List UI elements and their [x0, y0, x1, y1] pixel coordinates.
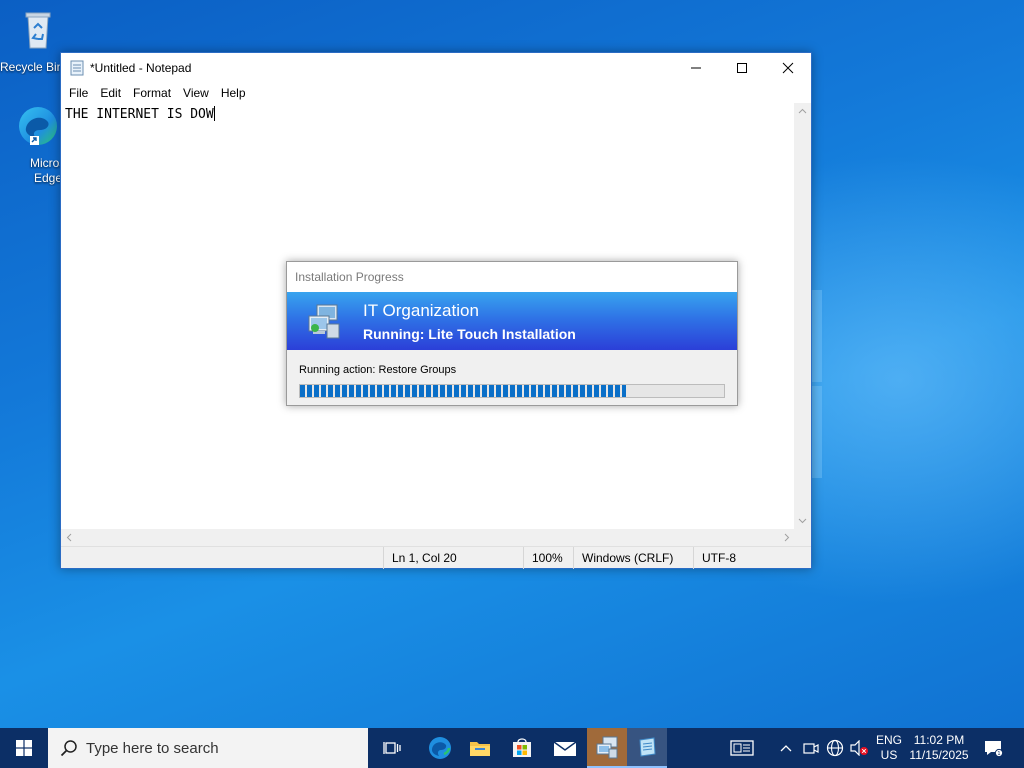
- notification-center-button[interactable]: 1: [978, 728, 1008, 768]
- task-view-button[interactable]: [372, 728, 412, 768]
- editor-content: THE INTERNET IS DOW: [65, 107, 214, 122]
- minimize-icon: [691, 67, 701, 69]
- taskbar-search[interactable]: [48, 728, 368, 768]
- menu-edit[interactable]: Edit: [94, 86, 127, 100]
- horizontal-scrollbar[interactable]: [61, 529, 795, 546]
- edge-icon: [19, 107, 57, 145]
- dialog-banner: IT Organization Running: Lite Touch Inst…: [287, 292, 737, 350]
- clock[interactable]: 11:02 PM 11/15/2025: [904, 733, 974, 763]
- maximize-icon: [737, 63, 747, 73]
- edge-icon: [429, 737, 451, 759]
- store-icon: [513, 738, 531, 757]
- scroll-left-icon: [66, 533, 72, 542]
- chevron-up-icon: [780, 745, 792, 752]
- taskbar-store[interactable]: [502, 728, 542, 768]
- clock-time: 11:02 PM: [913, 733, 965, 747]
- notepad-icon: [70, 60, 84, 76]
- taskbar-edge[interactable]: [420, 728, 460, 768]
- computer-install-icon: [596, 736, 618, 759]
- taskbar-notepad[interactable]: [627, 728, 667, 768]
- notepad-icon: [639, 737, 656, 757]
- maximize-button[interactable]: [719, 53, 765, 83]
- scroll-up-icon: [798, 108, 807, 114]
- scroll-down-icon: [798, 518, 807, 524]
- minimize-button[interactable]: [673, 53, 719, 83]
- volume-muted-icon: [850, 740, 868, 756]
- menu-file[interactable]: File: [63, 86, 94, 100]
- desktop-icon-label: Microsoft Edge: [30, 156, 66, 185]
- volume-button[interactable]: [847, 728, 871, 768]
- search-input[interactable]: [86, 739, 346, 757]
- scroll-right-icon: [784, 533, 790, 542]
- menu-format[interactable]: Format: [127, 86, 177, 100]
- folder-icon: [470, 742, 490, 756]
- close-button[interactable]: [765, 53, 811, 83]
- menu-view[interactable]: View: [177, 86, 215, 100]
- windows-logo-icon: [16, 740, 32, 756]
- show-hidden-icons-button[interactable]: [776, 728, 796, 768]
- news-widget-button[interactable]: [722, 728, 762, 768]
- language-code: ENG: [875, 733, 902, 747]
- close-icon: [782, 62, 794, 74]
- notepad-titlebar[interactable]: *Untitled - Notepad: [61, 53, 811, 83]
- status-bar: Ln 1, Col 20 100% Windows (CRLF) UTF-8: [61, 546, 811, 569]
- menu-help[interactable]: Help: [215, 86, 252, 100]
- desktop-glow-panel: [812, 386, 822, 478]
- recycle-bin-icon: [25, 12, 51, 49]
- desktop-icon-label: Recycle Bin: [0, 60, 60, 74]
- running-task: Running: Lite Touch Installation: [363, 326, 576, 342]
- news-icon: [730, 740, 754, 756]
- status-line-ending: Windows (CRLF): [573, 547, 693, 569]
- computer-install-icon: [308, 304, 340, 339]
- taskbar: ENG US 11:02 PM 11/15/2025 1: [0, 728, 1024, 768]
- text-caret: [213, 106, 215, 121]
- region-code: US: [880, 748, 898, 762]
- status-encoding: UTF-8: [693, 547, 811, 569]
- globe-icon: [826, 739, 844, 757]
- organization-name: IT Organization: [363, 301, 479, 320]
- dialog-title: Installation Progress: [287, 262, 737, 292]
- clock-date: 11/15/2025: [909, 748, 969, 762]
- mail-icon: [553, 741, 577, 756]
- window-title: *Untitled - Notepad: [90, 61, 192, 75]
- vertical-scrollbar[interactable]: [794, 103, 811, 529]
- status-zoom: 100%: [523, 547, 573, 569]
- scrollbar-corner: [794, 529, 811, 546]
- progress-bar-fill: [300, 385, 627, 397]
- desktop-glow-panel: [812, 290, 822, 382]
- notification-icon: 1: [985, 741, 1003, 757]
- progress-bar: [299, 384, 725, 398]
- taskbar-installation-progress[interactable]: [587, 728, 627, 768]
- network-button[interactable]: [823, 728, 847, 768]
- input-language[interactable]: ENG US: [873, 733, 905, 763]
- menu-bar: File Edit Format View Help: [61, 83, 811, 103]
- taskbar-file-explorer[interactable]: [460, 728, 500, 768]
- current-action: Running action: Restore Groups: [299, 364, 457, 376]
- start-button[interactable]: [0, 728, 48, 768]
- search-icon: [60, 740, 77, 757]
- task-view-icon: [383, 742, 401, 754]
- camera-icon: [803, 743, 819, 754]
- taskbar-mail[interactable]: [545, 728, 585, 768]
- status-position: Ln 1, Col 20: [383, 547, 523, 569]
- installation-progress-dialog[interactable]: Installation Progress IT Organization Ru…: [286, 261, 738, 406]
- svg-text:1: 1: [997, 751, 1000, 757]
- meet-now-button[interactable]: [800, 728, 822, 768]
